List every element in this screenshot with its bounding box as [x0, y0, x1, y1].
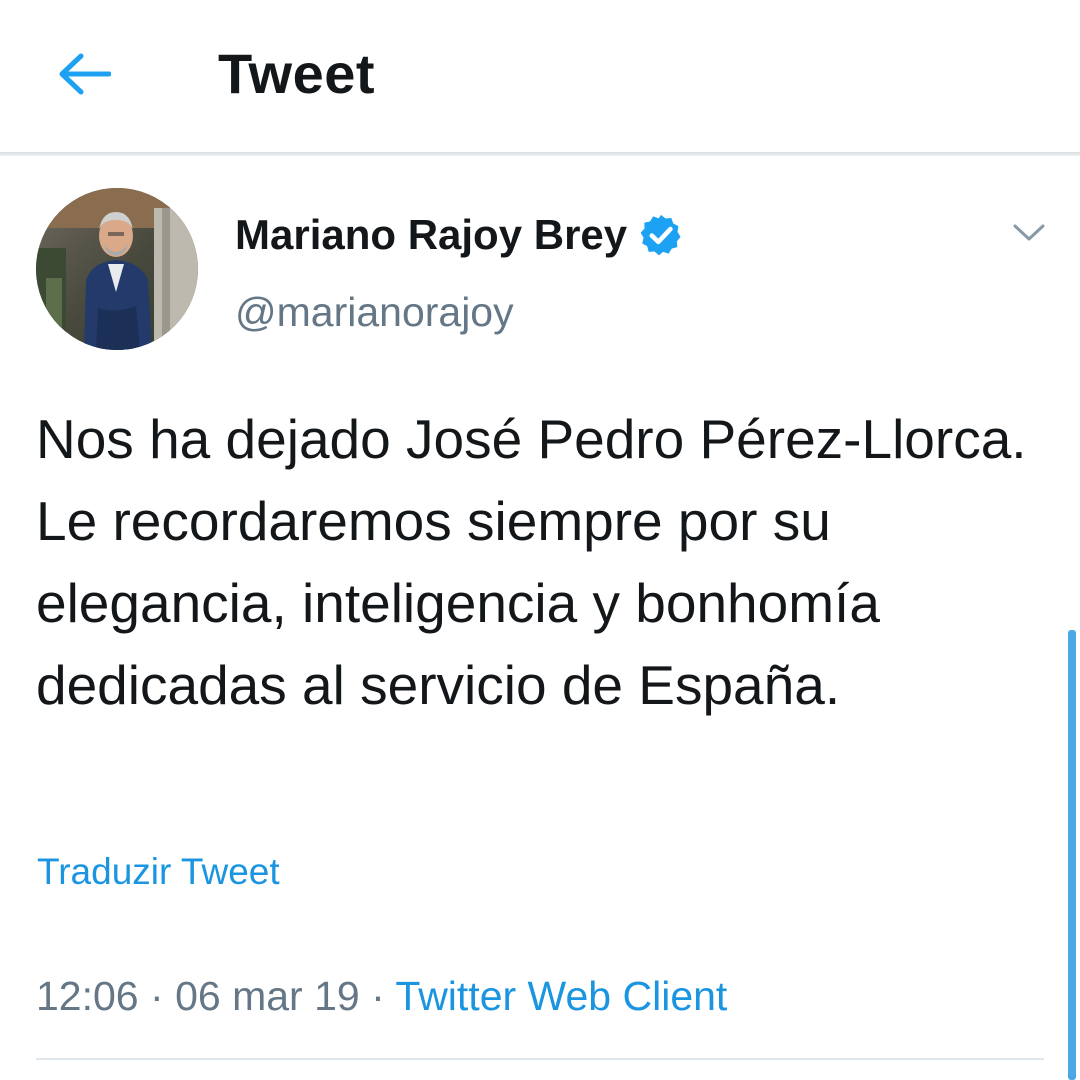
chevron-down-icon — [1013, 224, 1045, 241]
meta-separator: · — [371, 973, 385, 1019]
author-name[interactable]: Mariano Rajoy Brey — [235, 207, 627, 263]
divider — [36, 1058, 1044, 1060]
author-handle[interactable]: @marianorajoy — [235, 284, 514, 340]
verified-badge-icon — [640, 214, 681, 256]
arrow-left-icon — [59, 53, 111, 95]
avatar-photo — [36, 188, 198, 350]
tweet-time: 12:06 — [36, 973, 139, 1019]
tweet-detail-screen: Tweet Mariano Rajoy Brey @marianorajoy N… — [0, 0, 1080, 1080]
scrollbar[interactable] — [1068, 630, 1076, 1080]
meta-separator: · — [150, 973, 164, 1019]
tweet-options-button[interactable] — [1006, 210, 1052, 256]
header-divider — [0, 152, 1080, 156]
avatar[interactable] — [36, 188, 198, 350]
page-title: Tweet — [218, 42, 376, 105]
top-bar: Tweet — [0, 0, 1080, 152]
tweet-text: Nos ha dejado José Pedro Pérez-Llorca. L… — [36, 408, 1027, 716]
tweet-date: 06 mar 19 — [175, 973, 360, 1019]
translate-tweet-link[interactable]: Traduzir Tweet — [37, 848, 280, 896]
tweet-source-link[interactable]: Twitter Web Client — [395, 973, 727, 1019]
tweet-metadata: 12:06 · 06 mar 19 · Twitter Web Client — [36, 968, 727, 1024]
back-button[interactable] — [50, 40, 118, 108]
